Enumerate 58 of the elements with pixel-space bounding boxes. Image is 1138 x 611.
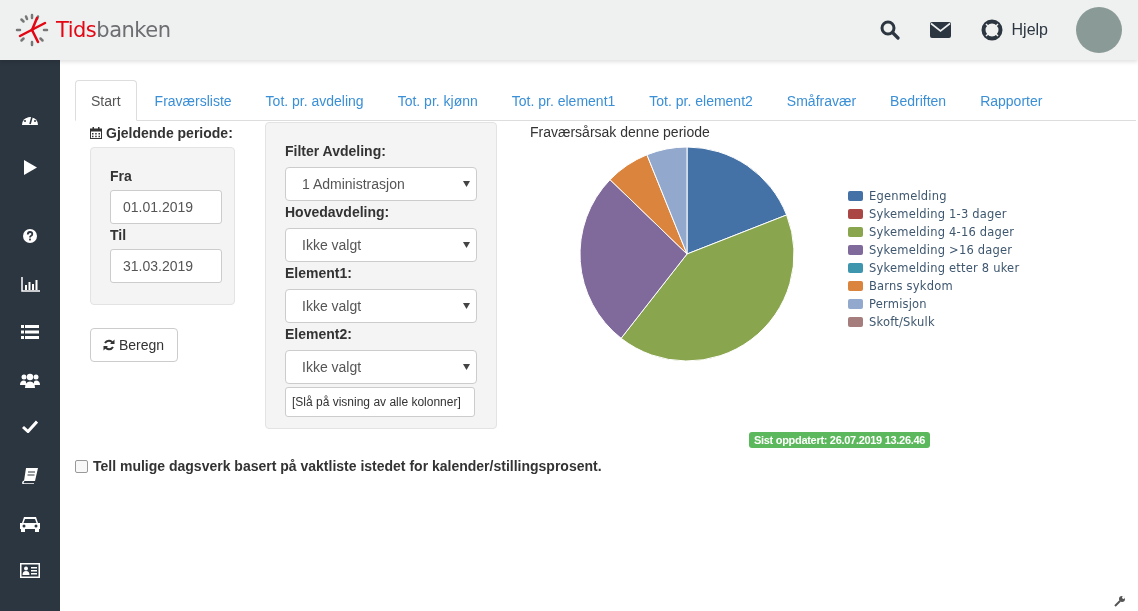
tab[interactable]: Tot. pr. avdeling [249,80,380,121]
list-icon[interactable] [21,324,39,339]
to-label: Til [110,227,128,243]
legend-label[interactable]: Sykemelding 1-3 dager [869,207,1007,221]
refresh-icon [103,339,115,351]
users-icon[interactable] [20,372,40,388]
filter-dropdown[interactable]: Ikke valgt [285,289,477,323]
to-date-field[interactable]: 31.03.2019 [110,249,222,283]
legend-label[interactable]: Egenmelding [869,189,947,203]
chart-title: Fraværsårsak denne periode [530,124,711,140]
tab[interactable]: Tot. pr. kjønn [381,80,494,121]
show-columns-button[interactable]: [Slå på visning av alle kolonner] [285,387,475,417]
filter-label: Element1: [285,265,353,281]
tab[interactable]: Fraværsliste [138,80,248,121]
tab[interactable]: Start [75,80,137,121]
calculate-button[interactable]: Beregn [90,328,178,362]
avatar[interactable] [1076,7,1122,53]
legend-label[interactable]: Sykemelding >16 dager [869,243,1013,257]
checkmark-icon[interactable] [22,420,38,434]
caret-icon [463,364,470,370]
car-icon[interactable] [20,515,40,532]
tab[interactable]: Rapporter [964,80,1059,121]
caret-icon [463,242,470,248]
calendar-icon [90,127,102,139]
legend-label[interactable]: Permisjon [869,297,927,311]
legend-label[interactable]: Sykemelding etter 8 uker [869,261,1020,275]
filter-label: Filter Avdeling: [285,143,387,159]
last-updated-badge: Sist oppdatert: 26.07.2019 13.26.46 [749,432,931,448]
legend-label[interactable]: Barns sykdom [869,279,953,293]
lifebuoy-icon [980,19,1003,41]
from-label: Fra [110,168,133,184]
help-button[interactable]: Hjelp [980,19,1048,41]
filter-label: Element2: [285,326,353,342]
legend-label[interactable]: Skoft/Skulk [869,315,935,329]
book-icon[interactable] [22,467,38,484]
legend-label[interactable]: Sykemelding 4-16 dager [869,225,1015,239]
help-icon[interactable] [23,229,37,244]
bar-chart-icon[interactable] [20,277,40,293]
filter-dropdown[interactable]: Ikke valgt [285,350,477,384]
search-icon[interactable] [879,20,900,40]
filter-label: Hovedavdeling: [285,204,391,220]
caret-icon [463,181,470,187]
period-title: Gjeldende periode: [106,125,233,141]
envelope-icon[interactable] [929,22,951,38]
tab[interactable]: Småfravær [770,80,873,121]
from-date-field[interactable]: 01.01.2019 [110,190,222,224]
tab[interactable]: Tot. pr. element1 [495,80,632,121]
logo-text: Tidsbanken [56,18,171,42]
clock-logo-icon [15,13,49,47]
wrench-icon[interactable] [1114,595,1126,607]
checkbox-label: Tell mulige dagsverk basert på vaktliste istedet for kalender/stillingsprosent. [93,458,602,474]
tab[interactable]: Tot. pr. element2 [633,80,769,121]
checkbox[interactable] [75,459,88,473]
caret-icon [463,303,470,309]
play-icon[interactable] [23,159,37,175]
filter-dropdown[interactable]: 1 Administrasjon [285,167,477,201]
filter-dropdown[interactable]: Ikke valgt [285,228,477,262]
id-card-icon[interactable] [20,563,40,579]
